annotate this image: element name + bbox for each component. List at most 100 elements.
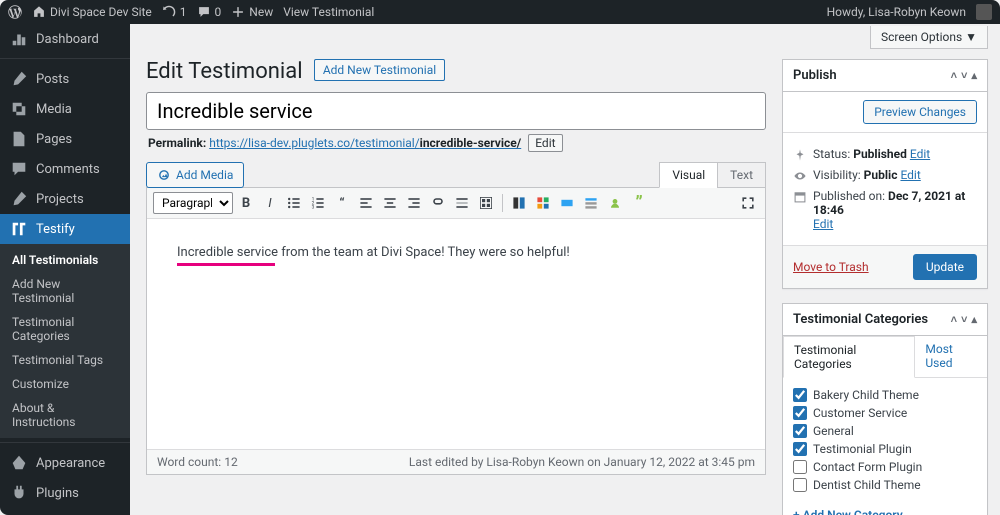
ol-button[interactable]: 123 (307, 192, 329, 214)
menu-comments[interactable]: Comments (0, 154, 130, 184)
meta-column: Publish˄˅▴ Preview Changes Status: Publi… (782, 49, 1000, 515)
move-to-trash-link[interactable]: Move to Trash (793, 260, 869, 274)
comments-link[interactable]: 0 (197, 5, 222, 19)
submenu-all[interactable]: All Testimonials (0, 248, 130, 272)
menu-projects[interactable]: Projects (0, 184, 130, 214)
visibility-row: Visibility: Public Edit (793, 168, 977, 183)
permalink-link[interactable]: https://lisa-dev.pluglets.co/testimonial… (209, 136, 521, 150)
category-checkbox[interactable] (793, 478, 807, 492)
box-toggle-icon[interactable]: ▴ (971, 313, 977, 326)
box-toggle-icon[interactable]: ▴ (971, 69, 977, 82)
fullscreen-button[interactable] (737, 192, 759, 214)
menu-testify[interactable]: Testify (0, 214, 130, 244)
editor-statusbar: Word count: 12 Last edited by Lisa-Robyn… (147, 449, 765, 474)
divi-icon-2[interactable] (532, 192, 554, 214)
category-item[interactable]: Contact Form Plugin (793, 458, 977, 476)
divi-icon-4[interactable] (580, 192, 602, 214)
submenu-about[interactable]: About & Instructions (0, 396, 130, 434)
format-select[interactable]: Paragraph (153, 192, 233, 214)
menu-plugins[interactable]: Plugins (0, 478, 130, 508)
category-label: Testimonial Plugin (813, 442, 912, 456)
box-up-icon[interactable]: ˄ (951, 69, 957, 82)
eye-icon (793, 169, 807, 183)
status-row: Status: Published Edit (793, 147, 977, 162)
category-checkbox[interactable] (793, 442, 807, 456)
published-row: Published on: Dec 7, 2021 at 18:46Edit (793, 189, 977, 231)
category-label: Customer Service (813, 406, 907, 420)
align-left-button[interactable] (355, 192, 377, 214)
tab-text[interactable]: Text (717, 162, 766, 188)
more-button[interactable] (451, 192, 473, 214)
category-checkbox[interactable] (793, 424, 807, 438)
box-down-icon[interactable]: ˅ (961, 313, 967, 326)
category-checkbox[interactable] (793, 406, 807, 420)
align-right-button[interactable] (403, 192, 425, 214)
categories-box: Testimonial Categories˄˅▴ Testimonial Ca… (782, 303, 988, 515)
ul-button[interactable] (283, 192, 305, 214)
category-label: Dentist Child Theme (813, 478, 921, 492)
category-label: General (813, 424, 854, 438)
submenu-customize[interactable]: Customize (0, 372, 130, 396)
updates-link[interactable]: 1 (162, 5, 187, 19)
quote-button[interactable]: “ (331, 192, 353, 214)
editor-canvas[interactable]: Incredible service from the team at Divi… (147, 219, 765, 449)
divi-quote-icon[interactable]: ” (628, 192, 650, 214)
menu-dashboard[interactable]: Dashboard (0, 24, 130, 54)
bold-button[interactable]: B (235, 192, 257, 214)
italic-button[interactable]: I (259, 192, 281, 214)
howdy-link[interactable]: Howdy, Lisa-Robyn Keown (827, 5, 966, 19)
site-name-link[interactable]: Divi Space Dev Site (32, 5, 152, 19)
box-down-icon[interactable]: ˅ (961, 69, 967, 82)
box-up-icon[interactable]: ˄ (951, 313, 957, 326)
update-button[interactable]: Update (913, 254, 977, 280)
cat-tab-most-used[interactable]: Most Used (915, 336, 987, 377)
edit-status-link[interactable]: Edit (910, 147, 930, 161)
page-heading: Edit Testimonial (146, 59, 303, 84)
submenu-add[interactable]: Add New Testimonial (0, 272, 130, 310)
category-label: Bakery Child Theme (813, 388, 919, 402)
menu-media[interactable]: Media (0, 94, 130, 124)
category-item[interactable]: Customer Service (793, 404, 977, 422)
divi-icon-3[interactable] (556, 192, 578, 214)
submenu-tags[interactable]: Testimonial Tags (0, 348, 130, 372)
add-new-button[interactable]: Add New Testimonial (314, 59, 445, 81)
edit-visibility-link[interactable]: Edit (900, 168, 920, 182)
screen-options-button[interactable]: Screen Options ▼ (870, 26, 988, 49)
avatar[interactable] (976, 4, 992, 20)
view-link[interactable]: View Testimonial (283, 5, 374, 19)
svg-text:3: 3 (312, 205, 315, 211)
wp-logo[interactable] (8, 5, 22, 19)
submenu-cats[interactable]: Testimonial Categories (0, 310, 130, 348)
menu-appearance[interactable]: Appearance (0, 448, 130, 478)
category-label: Contact Form Plugin (813, 460, 922, 474)
preview-button[interactable]: Preview Changes (863, 100, 977, 124)
toolbar-toggle-button[interactable] (475, 192, 497, 214)
add-media-button[interactable]: Add Media (146, 162, 244, 188)
divi-icon-1[interactable] (508, 192, 530, 214)
category-checkbox[interactable] (793, 388, 807, 402)
tab-visual[interactable]: Visual (659, 162, 717, 188)
cat-tab-all[interactable]: Testimonial Categories (783, 336, 915, 378)
align-center-button[interactable] (379, 192, 401, 214)
category-item[interactable]: Testimonial Plugin (793, 440, 977, 458)
editor-tabs: Visual Text (659, 162, 766, 188)
content-area: Edit Testimonial Add New Testimonial Per… (130, 49, 782, 515)
category-item[interactable]: General (793, 422, 977, 440)
category-item[interactable]: Bakery Child Theme (793, 386, 977, 404)
link-button[interactable] (427, 192, 449, 214)
menu-users[interactable]: Users (0, 508, 130, 515)
admin-bar: Divi Space Dev Site 1 0 New View Testimo… (0, 0, 1000, 24)
permalink-edit-button[interactable]: Edit (528, 134, 562, 152)
editor-toolbar: Paragraph B I 123 “ (147, 188, 765, 219)
menu-pages[interactable]: Pages (0, 124, 130, 154)
menu-posts[interactable]: Posts (0, 64, 130, 94)
category-list: Bakery Child Theme Customer Service Genera… (793, 386, 977, 494)
new-link[interactable]: New (231, 5, 273, 19)
divi-icon-5[interactable] (604, 192, 626, 214)
publish-box: Publish˄˅▴ Preview Changes Status: Publi… (782, 59, 988, 289)
title-input[interactable] (146, 92, 766, 130)
edit-date-link[interactable]: Edit (813, 217, 833, 231)
category-item[interactable]: Dentist Child Theme (793, 476, 977, 494)
category-checkbox[interactable] (793, 460, 807, 474)
add-category-link[interactable]: + Add New Category (793, 508, 903, 515)
